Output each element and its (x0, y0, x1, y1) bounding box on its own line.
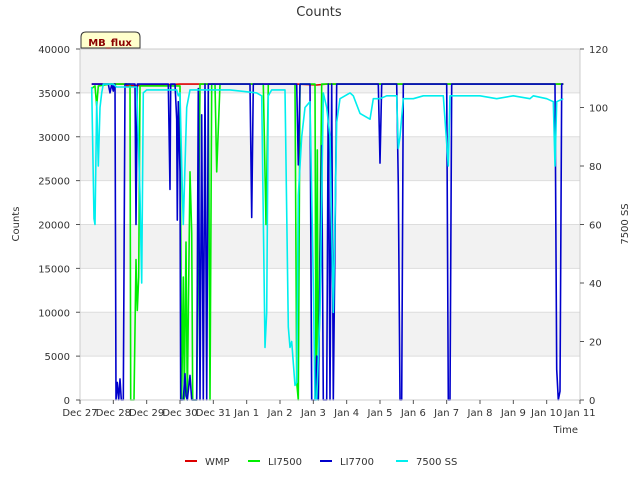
x-tick-label: Jan 4 (333, 408, 359, 419)
x-tick-label: Jan 5 (367, 408, 393, 419)
x-tick-label: Jan 11 (563, 408, 595, 419)
x-tick-label: Dec 30 (162, 408, 197, 419)
y2-tick-label: 20 (589, 338, 602, 349)
x-tick-label: Jan 9 (500, 408, 526, 419)
badge-label: MB_flux (88, 38, 132, 49)
y-tick-label: 25000 (38, 177, 70, 188)
y2-tick-label: 120 (589, 45, 608, 56)
x-tick-label: Jan 10 (530, 408, 562, 419)
x-tick-label: Dec 29 (129, 408, 164, 419)
legend-label-li7500: LI7500 (268, 457, 302, 468)
x-tick-label: Dec 31 (196, 408, 231, 419)
y-tick-label: 10000 (38, 308, 70, 319)
y2-tick-label: 80 (589, 162, 602, 173)
y-tick-label: 15000 (38, 264, 70, 275)
y-tick-label: 20000 (38, 221, 70, 232)
y2-axis-label: 7500 SS (620, 203, 631, 244)
x-tick-label: Jan 2 (267, 408, 293, 419)
y-axis-label: Counts (11, 207, 22, 242)
x-tick-label: Jan 1 (233, 408, 259, 419)
y2-tick-label: 0 (589, 396, 595, 407)
y-tick-label: 0 (64, 396, 70, 407)
chart-title: Counts (296, 5, 342, 20)
y-tick-label: 35000 (38, 89, 70, 100)
y-tick-label: 40000 (38, 45, 70, 56)
x-tick-label: Dec 27 (62, 408, 97, 419)
x-tick-label: Jan 7 (433, 408, 459, 419)
mb-flux-badge: MB_flux (80, 31, 141, 49)
x-tick-label: Jan 3 (300, 408, 326, 419)
y-tick-label: 5000 (45, 352, 70, 363)
legend-label-7500-ss: 7500 SS (416, 457, 457, 468)
x-tick-label: Dec 28 (96, 408, 131, 419)
y2-tick-label: 100 (589, 104, 608, 115)
y-tick-label: 30000 (38, 133, 70, 144)
y2-tick-label: 60 (589, 221, 602, 232)
x-tick-label: Jan 8 (467, 408, 493, 419)
legend-label-wmp: WMP (205, 457, 230, 468)
chart: 0 5000 10000 15000 20000 25000 30000 35000 40000… (0, 0, 640, 480)
x-axis-label: Time (553, 425, 578, 436)
legend-label-li7700: LI7700 (340, 457, 374, 468)
y2-tick-label: 40 (589, 279, 602, 290)
x-tick-label: Jan 6 (400, 408, 426, 419)
